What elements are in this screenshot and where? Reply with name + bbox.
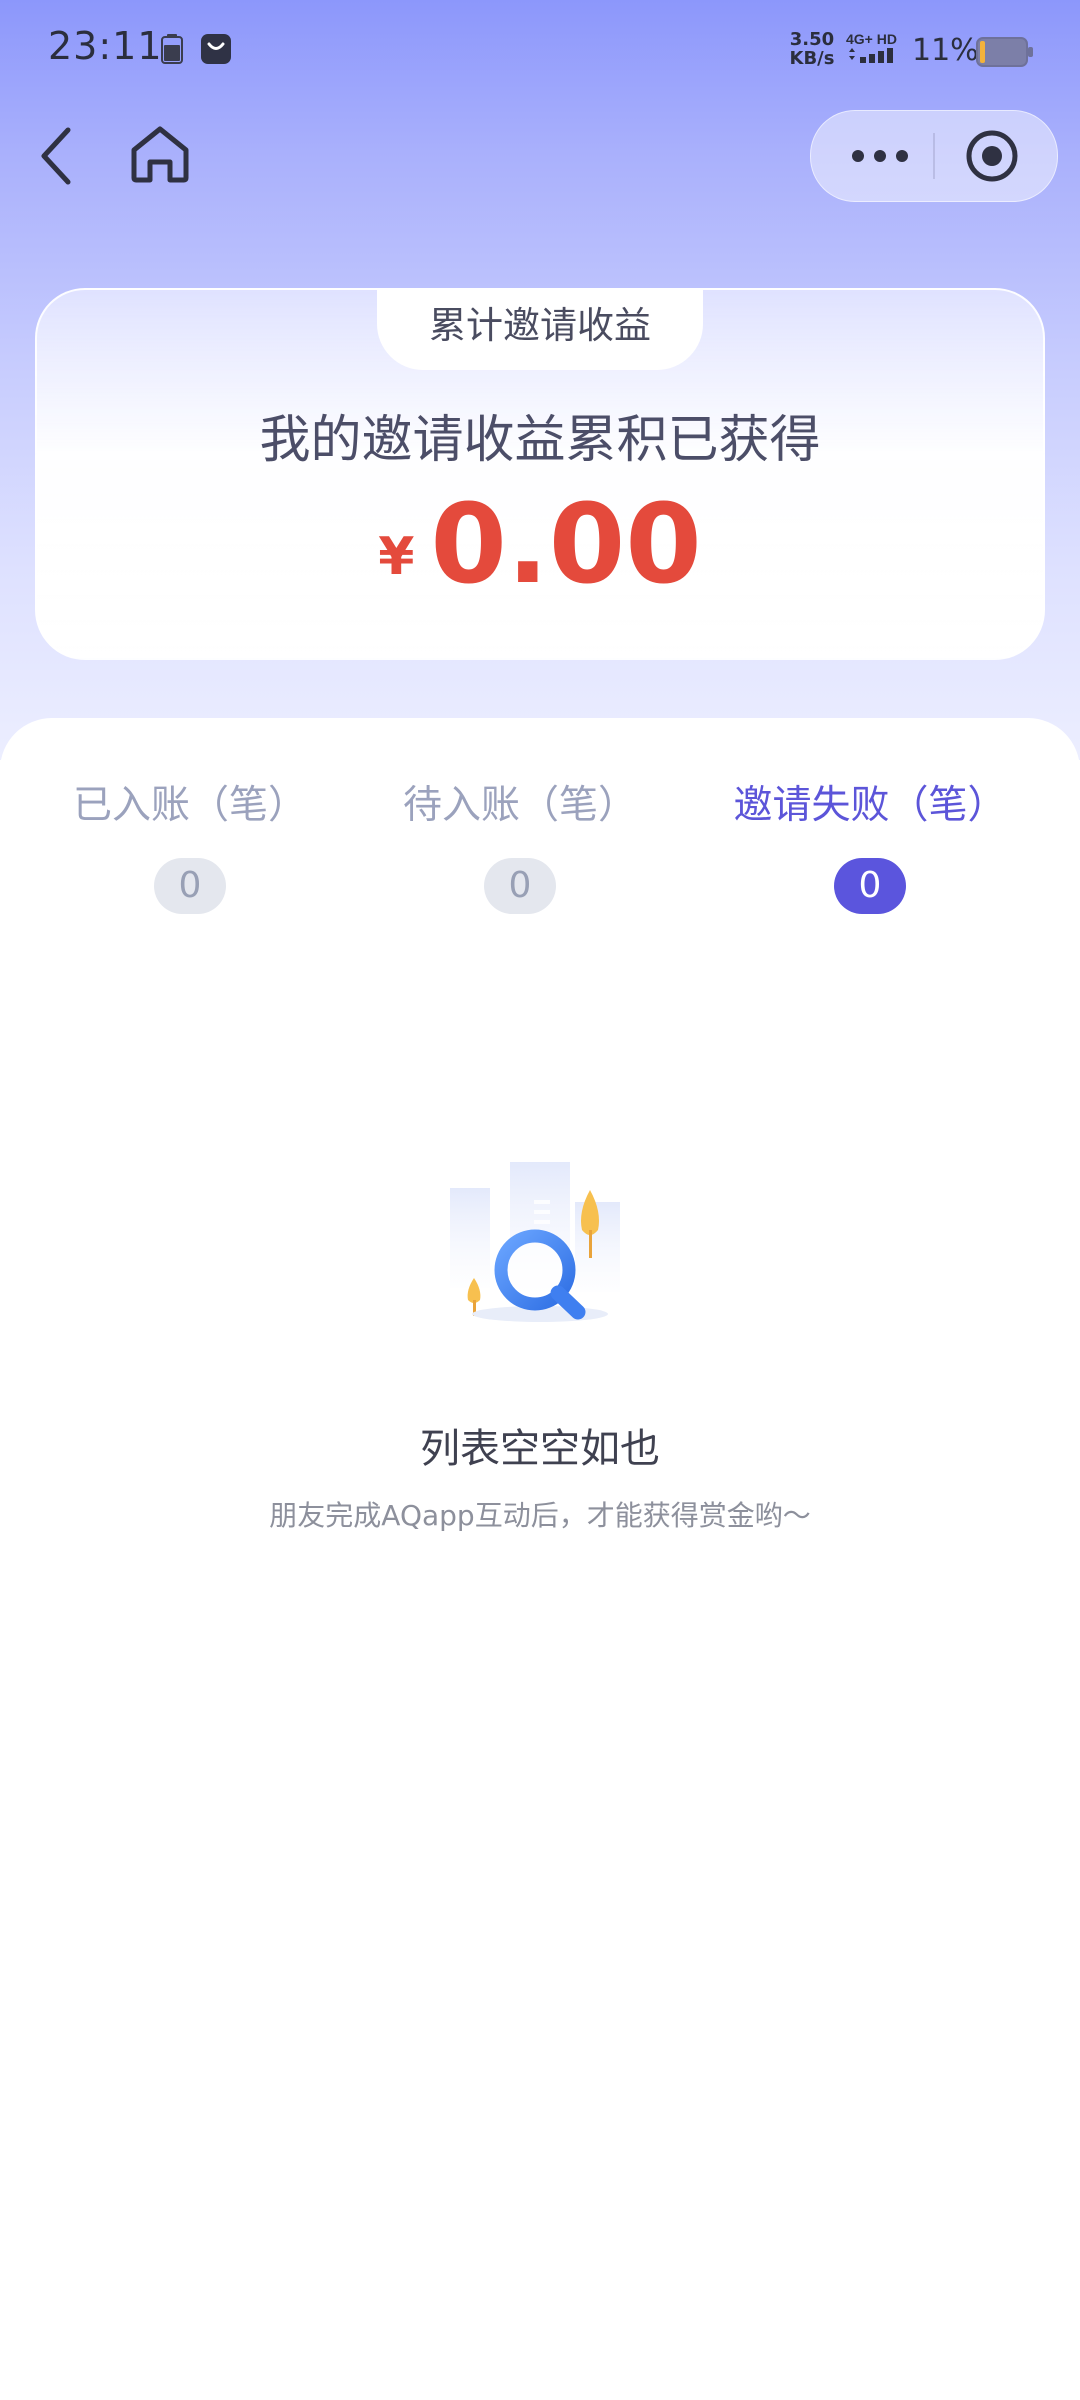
tab-label: 已入账（笔） <box>72 783 307 828</box>
close-target-icon <box>966 130 1018 182</box>
more-icon <box>852 150 908 162</box>
currency-symbol: ¥ <box>378 527 415 587</box>
network-label: 4G+ HD <box>846 31 897 47</box>
capsule-divider <box>933 133 935 179</box>
back-icon <box>41 127 71 185</box>
records-sheet: 已入账（笔） 0 待入账（笔） 0 邀请失败（笔） 0 <box>0 718 1080 2400</box>
income-summary-card: 累计邀请收益 我的邀请收益累积已获得 ¥0.00 <box>35 288 1045 660</box>
magnifier-city-illustration <box>430 1150 650 1344</box>
home-icon <box>131 126 189 183</box>
net-speed: 3.50 KB/s <box>788 30 836 68</box>
card-tab-label: 累计邀请收益 <box>377 288 703 370</box>
empty-state-description: 朋友完成AQapp互动后，才能获得赏金哟～ <box>269 1499 811 1532</box>
tab-count-badge: 0 <box>154 858 226 914</box>
more-button[interactable] <box>851 147 909 169</box>
status-bar: 23:11 3.50 KB/s 4G+ HD 11% <box>0 0 1080 100</box>
store-bag-icon <box>200 33 232 69</box>
tab-count-badge: 0 <box>484 858 556 914</box>
mini-program-capsule <box>810 110 1058 202</box>
empty-state-title: 列表空空如也 <box>420 1426 660 1472</box>
tab-label: 待入账（笔） <box>402 783 637 828</box>
signal-icon: 4G+ HD <box>846 30 904 74</box>
amount-value: 0.00 <box>430 480 702 608</box>
tab-label: 邀请失败（笔） <box>733 783 1007 828</box>
battery-icon <box>976 37 1034 71</box>
status-time: 23:11 <box>48 24 163 68</box>
net-speed-unit: KB/s <box>789 48 835 69</box>
net-speed-value: 3.50 <box>789 29 835 50</box>
close-mini-program-button[interactable] <box>965 129 1019 187</box>
tab-count-badge: 0 <box>834 858 906 914</box>
tab-credited[interactable]: 已入账（笔） 0 <box>20 774 360 914</box>
card-headline: 我的邀请收益累积已获得 <box>259 411 821 470</box>
home-button[interactable] <box>128 124 192 188</box>
battery-small-icon <box>161 34 183 68</box>
tab-pending[interactable]: 待入账（笔） 0 <box>350 774 690 914</box>
battery-percent: 11% <box>912 33 979 68</box>
income-amount: ¥0.00 <box>37 480 1043 608</box>
back-button[interactable] <box>36 126 76 190</box>
tab-failed[interactable]: 邀请失败（笔） 0 <box>700 774 1040 914</box>
